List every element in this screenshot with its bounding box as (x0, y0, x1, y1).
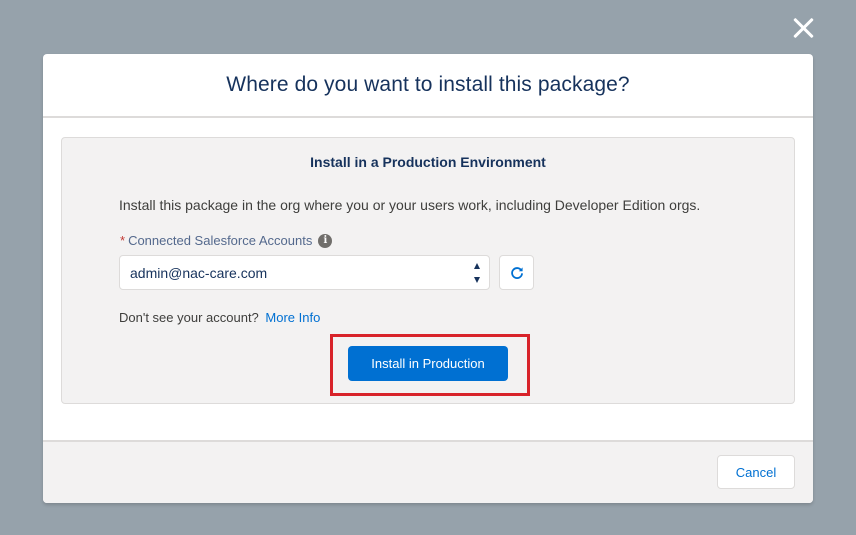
production-card: Install in a Production Environment Inst… (61, 137, 795, 404)
modal-footer: Cancel (43, 440, 813, 503)
modal-body: Install in a Production Environment Inst… (43, 118, 813, 440)
info-icon[interactable]: i (318, 233, 333, 248)
accounts-field-label: * Connected Salesforce Accounts i (120, 233, 333, 248)
modal-header: Where do you want to install this packag… (43, 54, 813, 118)
accounts-label-text: Connected Salesforce Accounts (128, 233, 313, 248)
close-icon[interactable] (791, 15, 817, 41)
card-description: Install this package in the org where yo… (119, 197, 701, 213)
select-arrows-icon (473, 263, 481, 283)
accounts-select[interactable]: admin@nac-care.com (119, 255, 490, 290)
hint-text: Don't see your account? (119, 310, 259, 325)
selected-account: admin@nac-care.com (130, 264, 268, 281)
required-marker: * (120, 233, 126, 248)
install-in-production-button[interactable]: Install in Production (348, 346, 508, 381)
more-info-link[interactable]: More Info (265, 310, 320, 325)
cancel-button[interactable]: Cancel (717, 455, 795, 489)
modal-title: Where do you want to install this packag… (226, 73, 630, 96)
refresh-button[interactable] (499, 255, 534, 290)
install-modal: Where do you want to install this packag… (43, 54, 813, 503)
account-hint: Don't see your account? More Info (119, 310, 320, 325)
card-title: Install in a Production Environment (310, 154, 546, 170)
refresh-icon (510, 266, 523, 279)
